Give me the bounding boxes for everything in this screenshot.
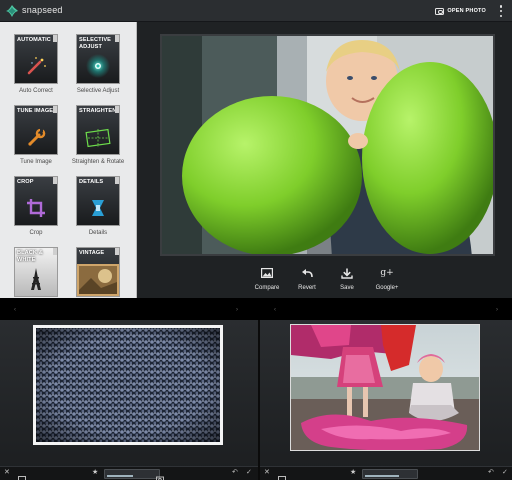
tool-name: BLACK & WHITE — [17, 250, 43, 263]
tool-name: AUTOMATIC — [17, 37, 51, 43]
separator-band: ‹ › ‹ › — [0, 298, 512, 320]
overflow-menu-icon[interactable] — [499, 5, 503, 17]
photo-actions: Compare Revert Save g+ Google+ — [137, 264, 512, 298]
star-icon[interactable]: ★ — [350, 468, 358, 476]
save-label: Save — [340, 285, 354, 291]
tool-crop[interactable]: CROP Crop — [8, 176, 64, 244]
tool-name: VINTAGE — [79, 250, 105, 256]
tool-name: DETAILS — [79, 179, 104, 185]
google-plus-label: Google+ — [375, 285, 399, 291]
pebbles-texture — [36, 328, 220, 442]
open-photo-button[interactable]: OPEN PHOTO — [435, 4, 486, 18]
undo-icon[interactable]: ↶ — [232, 468, 240, 476]
tool-tile: VINTAGE — [76, 247, 120, 297]
check-icon[interactable]: ✓ — [502, 468, 510, 476]
girl-photo[interactable] — [290, 324, 480, 451]
tool-tile: AUTOMATIC — [14, 34, 58, 84]
tool-details[interactable]: DETAILS Details — [70, 176, 126, 244]
chevron-right-icon: › — [496, 307, 498, 313]
image-icon[interactable] — [278, 470, 286, 480]
adjust-slider[interactable] — [362, 469, 418, 479]
close-icon[interactable]: ✕ — [264, 468, 272, 476]
tool-black-white[interactable]: BLACK & WHITE — [8, 247, 64, 298]
image-icon[interactable] — [18, 470, 26, 480]
tool-name: CROP — [17, 179, 34, 185]
snapseed-logo-icon — [6, 5, 18, 17]
tool-tune-image[interactable]: TUNE IMAGE Tune Image — [8, 105, 64, 173]
tool-name: SELECTIVE ADJUST — [79, 37, 111, 50]
adjust-slider[interactable] — [104, 469, 160, 479]
tool-selective-adjust[interactable]: SELECTIVE ADJUST Selective Adjust — [70, 34, 126, 102]
girl-in-pink-photo — [291, 325, 479, 450]
screenshot-collage: snapseed OPEN PHOTO AUTOMATIC Auto Corre… — [0, 0, 512, 480]
open-photo-label: OPEN PHOTO — [447, 8, 486, 14]
revert-label: Revert — [298, 285, 316, 291]
control-point-icon — [86, 54, 110, 78]
tool-caption: Auto Correct — [19, 88, 53, 94]
tool-tile: CROP — [14, 176, 58, 226]
tool-straighten-rotate[interactable]: STRAIGHTEN Straighten & Rotate — [70, 105, 126, 173]
editor-toolbar: ✕ ★ ↶ ✓ — [0, 466, 258, 480]
star-icon[interactable]: ★ — [92, 468, 100, 476]
snapseed-main-screen: snapseed OPEN PHOTO AUTOMATIC Auto Corre… — [0, 0, 512, 318]
main-photo[interactable] — [160, 34, 495, 256]
editor-toolbar: ✕ ★ ↶ ✓ — [260, 466, 512, 480]
compare-label: Compare — [254, 285, 280, 291]
tool-caption: Straighten & Rotate — [71, 159, 125, 165]
camera-icon — [435, 7, 445, 15]
editor-screen-left: ✕ ★ ↶ ✓ — [0, 320, 258, 480]
tool-name: TUNE IMAGE — [17, 108, 54, 114]
close-icon[interactable]: ✕ — [4, 468, 12, 476]
chevron-right-icon: › — [236, 307, 238, 313]
tool-caption: Tune Image — [20, 159, 52, 165]
boy-with-balloons-photo — [162, 36, 493, 254]
tool-tile: STRAIGHTEN — [76, 105, 120, 155]
camera-icon[interactable] — [156, 470, 164, 480]
tool-auto-correct[interactable]: AUTOMATIC Auto Correct — [8, 34, 64, 102]
pebbles-photo — [36, 328, 220, 442]
tools-panel: AUTOMATIC Auto Correct SELECTIVE ADJUST … — [0, 22, 137, 298]
vintage-photo-icon — [77, 264, 119, 296]
tool-tile: SELECTIVE ADJUST — [76, 34, 120, 84]
crop-icon — [27, 199, 45, 217]
tool-tile: TUNE IMAGE — [14, 105, 58, 155]
magic-wand-icon — [27, 57, 46, 75]
tool-caption: Details — [88, 230, 108, 236]
tool-name: STRAIGHTEN — [79, 108, 117, 114]
google-plus-button[interactable]: g+ Google+ — [362, 264, 412, 298]
app-title: snapseed — [22, 5, 63, 15]
pebbles-photo-frame[interactable] — [33, 325, 223, 445]
straighten-icon — [85, 128, 111, 148]
google-plus-icon: g+ — [380, 268, 394, 278]
tool-vintage[interactable]: VINTAGE — [70, 247, 126, 298]
tool-caption: Selective Adjust — [76, 88, 120, 94]
revert-icon — [302, 269, 313, 278]
chevron-left-icon: ‹ — [274, 307, 276, 313]
check-icon[interactable]: ✓ — [246, 468, 254, 476]
action-bar: snapseed OPEN PHOTO — [0, 0, 512, 22]
tool-tile: BLACK & WHITE — [14, 247, 58, 297]
image-icon — [261, 268, 273, 278]
download-icon — [341, 268, 353, 279]
editor-screen-right: ✕ ★ ↶ ✓ — [258, 320, 512, 480]
tool-caption: Crop — [29, 230, 43, 236]
wrench-icon — [28, 128, 46, 146]
tool-tile: DETAILS — [76, 176, 120, 226]
chevron-left-icon: ‹ — [14, 307, 16, 313]
undo-icon[interactable]: ↶ — [488, 468, 496, 476]
details-icon — [92, 200, 104, 216]
tower-icon — [31, 268, 41, 290]
